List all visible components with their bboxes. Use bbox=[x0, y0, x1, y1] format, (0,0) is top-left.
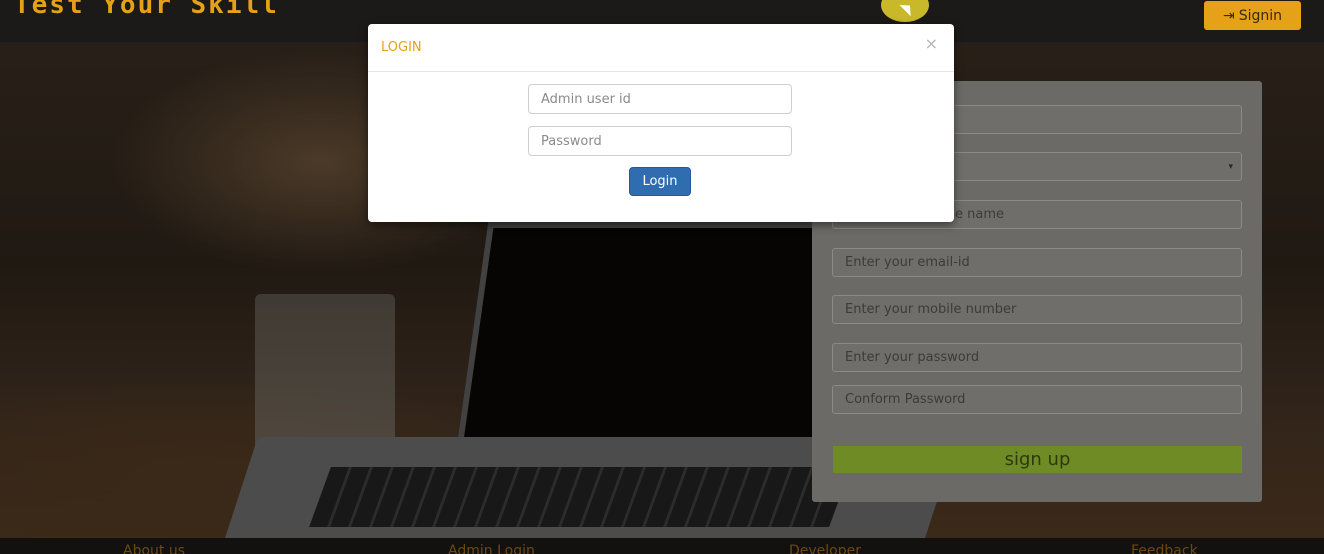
signin-label: Signin bbox=[1238, 7, 1283, 24]
footer-link-developer[interactable]: Developer bbox=[789, 543, 861, 554]
signup-confirm-password-field[interactable]: Conform Password bbox=[832, 385, 1242, 414]
signup-email-field[interactable]: Enter your email-id bbox=[832, 248, 1242, 277]
footer-link-admin-login[interactable]: Admin Login bbox=[448, 543, 535, 554]
modal-header: LOGIN × bbox=[368, 24, 954, 72]
login-button[interactable]: Login bbox=[629, 167, 691, 196]
footer-link-feedback[interactable]: Feedback bbox=[1131, 543, 1198, 554]
signup-mobile-field[interactable]: Enter your mobile number bbox=[832, 295, 1242, 324]
close-icon[interactable]: × bbox=[925, 34, 938, 53]
sign-in-icon: ⇥ bbox=[1222, 7, 1235, 24]
footer-link-about[interactable]: About us bbox=[123, 543, 185, 554]
admin-user-id-input[interactable] bbox=[528, 84, 792, 114]
signin-button[interactable]: ⇥ Signin bbox=[1204, 1, 1301, 30]
password-input[interactable] bbox=[528, 126, 792, 156]
signup-password-field[interactable]: Enter your password bbox=[832, 343, 1242, 372]
brand-title: Test Your Skill bbox=[14, 0, 279, 20]
footer: About us Admin Login Developer Feedback bbox=[0, 538, 1324, 554]
caret-down-icon: ▾ bbox=[1228, 161, 1233, 172]
login-modal: LOGIN × Login bbox=[368, 24, 954, 222]
signup-button[interactable]: sign up bbox=[833, 446, 1242, 473]
modal-title: LOGIN bbox=[381, 40, 422, 55]
